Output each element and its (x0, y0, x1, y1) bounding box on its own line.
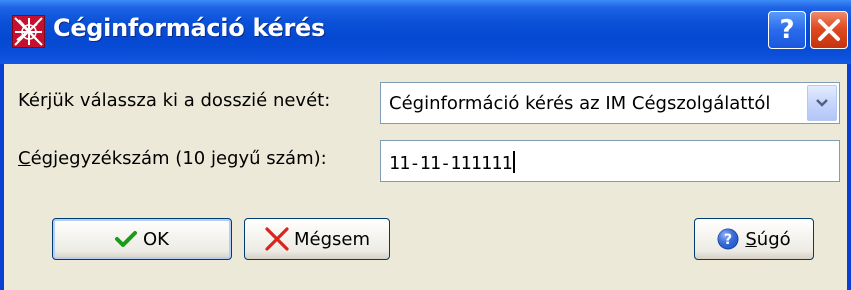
help-button[interactable]: ? Súgó (694, 218, 814, 260)
dropdown-button[interactable] (807, 85, 837, 121)
checkmark-icon (115, 231, 137, 247)
dialog-window: Céginformáció kérés ? Kérjük válassza ki… (0, 0, 851, 290)
question-circle-icon: ? (717, 228, 739, 250)
dossier-label: Kérjük válassza ki a dosszié nevét: (18, 90, 331, 111)
regnum-input[interactable]: 11-11-111111 (380, 140, 840, 182)
close-button[interactable] (810, 11, 848, 49)
dossier-select[interactable]: Céginformáció kérés az IM Cégszolgálattó… (380, 82, 840, 124)
x-icon (265, 227, 289, 251)
text-caret (512, 151, 515, 173)
dossier-selected-value: Céginformáció kérés az IM Cégszolgálattó… (389, 93, 771, 114)
help-icon: ? (779, 15, 795, 45)
regnum-value-text: 11-11-111111 (389, 153, 512, 174)
svg-text:?: ? (724, 232, 732, 248)
ok-button[interactable]: OK (52, 218, 232, 260)
regnum-label: Cégjegyzékszám (10 jegyű szám): (18, 148, 327, 169)
ok-button-label: OK (143, 228, 169, 250)
chevron-down-icon (816, 99, 828, 107)
cancel-button-label: Mégsem (293, 228, 371, 250)
help-button-label: Súgó (745, 229, 790, 250)
window-title: Céginformáció kérés (53, 14, 325, 42)
regnum-label-accesskey: C (18, 148, 31, 169)
help-button-label-text: úgó (756, 228, 791, 250)
cancel-button[interactable]: Mégsem (244, 218, 390, 260)
app-icon (12, 15, 45, 48)
titlebar-help-button[interactable]: ? (768, 11, 806, 49)
close-icon (818, 19, 840, 41)
regnum-label-text: égjegyzékszám (10 jegyű szám): (30, 148, 327, 169)
title-bar[interactable]: Céginformáció kérés ? (0, 0, 851, 64)
dialog-body: Kérjük válassza ki a dosszié nevét: Cégi… (4, 64, 847, 290)
regnum-input-value: 11-11-111111 (389, 151, 515, 174)
help-button-accesskey: S (745, 228, 757, 250)
